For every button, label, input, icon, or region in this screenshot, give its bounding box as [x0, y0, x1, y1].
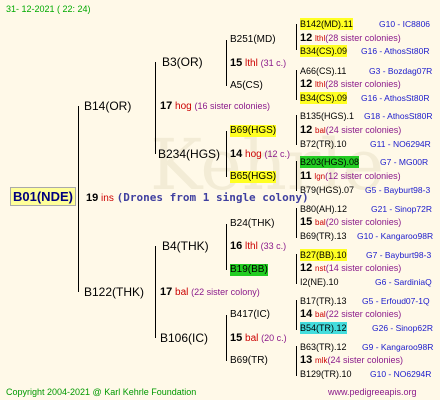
gen4-6-code: G7 - Bayburt98-3 [366, 250, 432, 260]
gen4-7-code: G5 - Erfoud07-1Q [362, 296, 430, 306]
gen4-4-code: G7 - MG00R [380, 157, 429, 167]
copyright: Copyright 2004-2021 @ Karl Kehrle Founda… [6, 387, 197, 397]
bracket-gen4-8 [296, 346, 297, 376]
gen4-8-top[interactable]: B63(TR).12 [300, 341, 347, 353]
gen4-3-info: 12 bal(24 sister colonies) [300, 124, 402, 136]
queen-gen3-2[interactable]: A5(CS) [230, 80, 263, 92]
bracket-gen3a [226, 40, 227, 86]
gen4-5-bcode: G10 - Kangaroo98R [357, 231, 434, 241]
website-link[interactable]: www.pedigreeapis.org [328, 386, 417, 398]
queen-gen1-1[interactable]: B14(OR) [84, 99, 131, 113]
gen4-7-top[interactable]: B17(TR).13 [300, 295, 347, 307]
gen4-4-info: 11 lgn(12 sister colonies) [300, 170, 401, 182]
gen2-4-info: 15 bal (20 c.) [230, 332, 287, 344]
root-info: 19 ins (Drones from 1 single colony) [86, 191, 309, 205]
gen4-2-bcode: G16 - AthosSt80R [361, 93, 430, 103]
gen2-1-info: 15 lthl (31 c.) [230, 57, 287, 69]
root-queen[interactable]: B01(NDE) [10, 187, 76, 206]
gen4-6-info: 12 nst(14 sister colonies) [300, 262, 402, 274]
bracket-gen2a [155, 62, 156, 154]
gen4-3-bottom[interactable]: B72(TR).10 [300, 138, 347, 150]
bracket-gen3d [226, 315, 227, 361]
gen4-6-top[interactable]: B27(BB).10 [300, 249, 347, 261]
gen4-4-bcode: G5 - Bayburt98-3 [365, 185, 431, 195]
gen4-1-code: G10 - IC8806 [379, 19, 431, 29]
gen4-5-bottom[interactable]: B69(TR).13 [300, 230, 347, 242]
gen4-3-top[interactable]: B135(HGS).1 [300, 110, 354, 122]
gen4-7-info: 14 bal(22 sister colonies) [300, 308, 402, 320]
queen-gen2-1[interactable]: B3(OR) [162, 55, 203, 69]
bracket-gen4-5 [296, 208, 297, 238]
gen4-5-top[interactable]: B80(AH).12 [300, 203, 347, 215]
gen4-2-top[interactable]: A66(CS).11 [300, 65, 346, 77]
pedigree-tree: 31- 12-2021 ( 22: 24) Kehrle B01(NDE) 19… [0, 0, 440, 400]
gen4-4-top[interactable]: B203(HGS).08 [300, 156, 360, 168]
queen-gen3-6[interactable]: B19(BB) [230, 264, 268, 276]
gen4-8-bcode: G10 - NO6294R [370, 369, 432, 379]
gen4-5-info: 15 bal(20 sister colonies) [300, 216, 402, 228]
queen-gen1-2[interactable]: B122(THK) [84, 285, 144, 299]
queen-gen3-7[interactable]: B417(IC) [230, 309, 270, 321]
gen4-7-bottom[interactable]: B54(TR).12 [300, 322, 347, 334]
gen4-1-bottom[interactable]: B34(CS).09 [300, 45, 348, 57]
queen-gen2-4[interactable]: B106(IC) [160, 331, 208, 345]
gen4-2-bottom[interactable]: B34(CS).09 [300, 92, 348, 104]
gen2-2-info: 14 hog (12 c.) [230, 148, 291, 160]
bracket-gen4-1 [296, 24, 297, 50]
gen4-4-bottom[interactable]: B79(HGS).07 [300, 184, 354, 196]
gen4-1-bcode: G16 - AthosSt80R [361, 46, 430, 56]
bracket-gen4-6 [296, 254, 297, 284]
bracket-gen2b [155, 246, 156, 338]
queen-gen2-2[interactable]: B234(HGS) [158, 147, 220, 161]
gen2-3-info: 16 lthl (33 c.) [230, 240, 287, 252]
bracket-gen4-3 [296, 115, 297, 145]
gen4-8-info: 13 mlk(24 sister colonies) [300, 354, 404, 366]
bracket-gen3b [226, 131, 227, 177]
queen-gen3-8[interactable]: B69(TR) [230, 355, 268, 367]
gen4-5-code: G21 - Sinop72R [371, 204, 432, 214]
gen4-6-bottom[interactable]: I2(NE).10 [300, 276, 339, 288]
bracket-gen4-2 [296, 70, 297, 100]
gen4-8-bottom[interactable]: B129(TR).10 [300, 368, 352, 380]
gen4-6-bcode: G6 - SardiniaQ [375, 277, 432, 287]
gen4-2-info: 12 lthl(28 sister colonies) [300, 78, 401, 90]
gen4-3-code: G18 - AthosSt80R [364, 111, 433, 121]
bracket-gen4-7 [296, 300, 297, 330]
queen-gen2-3[interactable]: B4(THK) [162, 239, 209, 253]
gen4-1-top[interactable]: B142(MD).11 [300, 18, 353, 30]
queen-gen3-3[interactable]: B69(HGS) [230, 125, 277, 137]
date-stamp: 31- 12-2021 ( 22: 24) [6, 4, 91, 14]
gen1-1-info: 17 hog (16 sister colonies) [160, 100, 271, 112]
gen4-1-info: 12 lthl(28 sister colonies) [300, 32, 401, 44]
gen4-2-code: G3 - Bozdag07R [369, 66, 433, 76]
queen-gen3-4[interactable]: B65(HGS) [230, 171, 277, 183]
bracket-gen3c [226, 224, 227, 270]
gen4-8-code: G9 - Kangaroo98R [362, 342, 434, 352]
queen-gen3-5[interactable]: B24(THK) [230, 218, 274, 230]
bracket-gen4-4 [296, 161, 297, 191]
gen4-3-bcode: G11 - NO6294R [370, 139, 431, 149]
bracket-gen1 [78, 106, 79, 292]
gen4-7-bcode: G26 - Sinop62R [372, 323, 433, 333]
queen-gen3-1[interactable]: B251(MD) [230, 34, 276, 46]
gen1-2-info: 17 bal (22 sister colony) [160, 286, 260, 298]
